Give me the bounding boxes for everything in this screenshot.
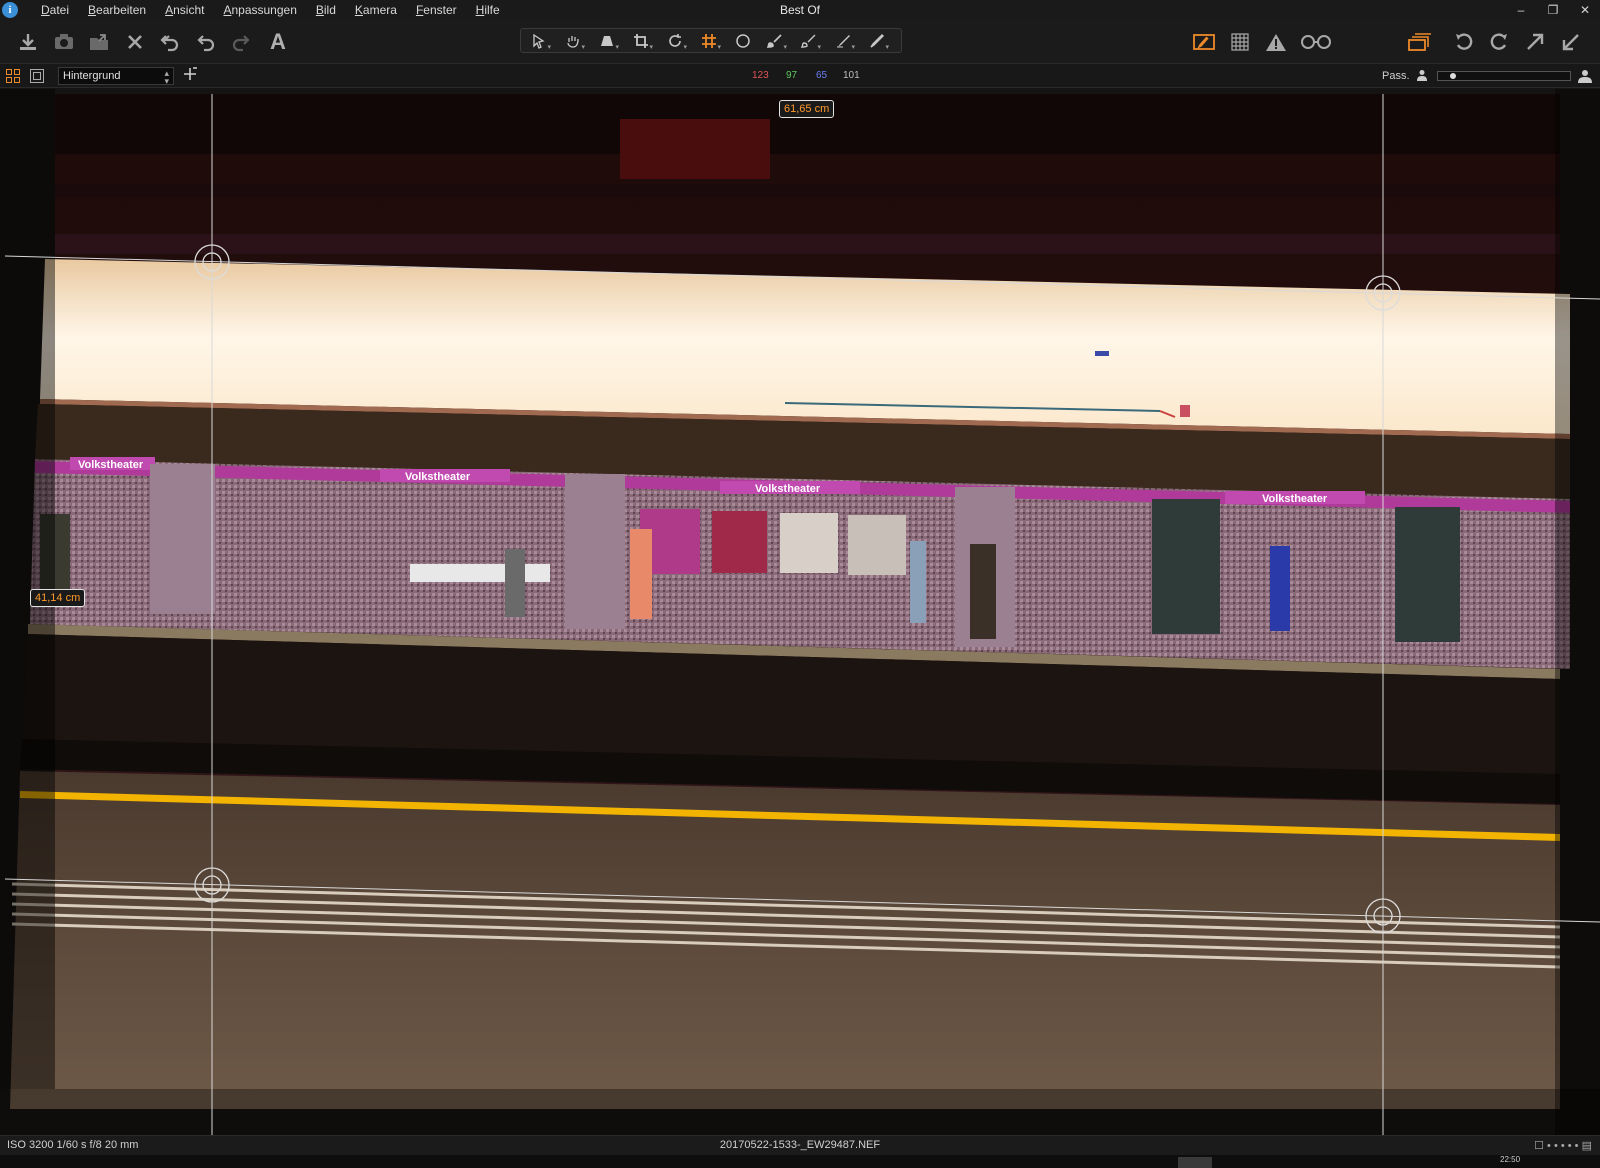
- taskbar-tab[interactable]: [1178, 1157, 1212, 1168]
- layers-icon[interactable]: [1405, 28, 1433, 56]
- warning-icon[interactable]: [1262, 28, 1290, 56]
- readout-luminance: 101: [843, 70, 860, 81]
- restore-button[interactable]: ❐: [1546, 3, 1560, 17]
- glasses-icon[interactable]: [1298, 28, 1334, 56]
- grid-view-icon[interactable]: [6, 69, 20, 83]
- edit-mask-icon[interactable]: [1190, 28, 1218, 56]
- horizontal-measure-label: 61,65 cm: [779, 100, 835, 118]
- layer-select[interactable]: Hintergrund ▴ ▾: [58, 67, 174, 86]
- menu-kamera[interactable]: Kamera: [346, 3, 407, 17]
- menu-bearbeiten[interactable]: Bearbeiten: [79, 3, 156, 17]
- app-logo-icon[interactable]: i: [2, 2, 18, 18]
- undo-icon[interactable]: [192, 28, 220, 56]
- cursor-tool-group: ▾ ▾ ▾ ▾ ▾ ▾ ▾ ▾ ▾ ▾: [520, 28, 902, 53]
- single-view-icon[interactable]: [30, 69, 44, 83]
- circle-icon[interactable]: [729, 31, 757, 51]
- menu-fenster[interactable]: Fenster: [407, 3, 467, 17]
- layer-select-value: Hintergrund: [63, 70, 121, 82]
- grid-icon[interactable]: ▾: [695, 31, 723, 51]
- vertical-measure-label: 41,14 cm: [30, 589, 86, 607]
- minimize-button[interactable]: –: [1514, 3, 1528, 17]
- zoom-slider[interactable]: [1437, 71, 1571, 81]
- expand-icon[interactable]: [1521, 28, 1549, 56]
- file-name: 20170522-1533-_EW29487.NEF: [719, 1139, 881, 1151]
- gradient-icon[interactable]: ▾: [829, 31, 857, 51]
- status-bar: ISO 3200 1/60 s f/8 20 mm 20170522-1533-…: [0, 1135, 1600, 1155]
- view-options-bar: Hintergrund ▴ ▾ 123 97 65 101 Pass.: [0, 64, 1600, 88]
- readout-red: 123: [752, 70, 769, 81]
- zoom-slider-thumb[interactable]: [1450, 73, 1457, 79]
- station-sign-4: Volkstheater: [1262, 493, 1328, 505]
- text-icon[interactable]: A: [264, 28, 292, 56]
- taskbar-strip: 22:50: [0, 1155, 1600, 1168]
- undo-all-icon[interactable]: [156, 28, 184, 56]
- rotate-icon[interactable]: ▾: [661, 31, 689, 51]
- crop-icon[interactable]: ▾: [627, 31, 655, 51]
- brush-icon[interactable]: ▾: [761, 31, 789, 51]
- select-caret-icon: ▴ ▾: [164, 68, 169, 86]
- erase-icon[interactable]: ▾: [795, 31, 823, 51]
- select-icon[interactable]: ▾: [525, 31, 553, 51]
- menu-anpassungen[interactable]: Anpassungen: [214, 3, 306, 17]
- title-bar: i Datei Bearbeiten Ansicht Anpassungen B…: [0, 0, 1600, 20]
- station-sign-1: Volkstheater: [78, 459, 144, 471]
- main-toolbar: A ▾ ▾ ▾ ▾ ▾ ▾ ▾ ▾ ▾ ▾: [0, 20, 1600, 64]
- keystone-icon[interactable]: ▾: [593, 31, 621, 51]
- person-large-icon: [1578, 69, 1592, 86]
- menu-datei[interactable]: Datei: [32, 3, 79, 17]
- window-controls: – ❐ ✕: [1514, 0, 1592, 20]
- status-view-icons[interactable]: ☐ • • • • • ▤: [1534, 1139, 1592, 1152]
- add-layer-icon[interactable]: [184, 67, 198, 85]
- station-sign-2: Volkstheater: [405, 471, 471, 483]
- grid-overlay-icon[interactable]: [1226, 28, 1254, 56]
- export-icon[interactable]: [85, 28, 113, 56]
- pen-icon[interactable]: ▾: [863, 31, 891, 51]
- menu-bar: Datei Bearbeiten Ansicht Anpassungen Bil…: [32, 3, 510, 17]
- photo-canvas[interactable]: Volkstheater Volkstheater Volkstheater V…: [0, 89, 1600, 1135]
- collapse-icon[interactable]: [1557, 28, 1585, 56]
- camera-icon[interactable]: [50, 28, 78, 56]
- readout-green: 97: [786, 70, 798, 81]
- rotate-right-icon[interactable]: [1485, 28, 1513, 56]
- close-button[interactable]: ✕: [1578, 3, 1592, 17]
- clock: 22:50: [1500, 1155, 1521, 1164]
- menu-ansicht[interactable]: Ansicht: [156, 3, 214, 17]
- pan-icon[interactable]: ▾: [559, 31, 587, 51]
- image-viewer[interactable]: Volkstheater Volkstheater Volkstheater V…: [0, 89, 1600, 1135]
- station-sign-3: Volkstheater: [755, 483, 821, 495]
- redo-icon[interactable]: [227, 28, 255, 56]
- menu-bild[interactable]: Bild: [307, 3, 346, 17]
- person-small-icon: [1416, 69, 1428, 84]
- rotate-left-icon[interactable]: [1450, 28, 1478, 56]
- menu-hilfe[interactable]: Hilfe: [467, 3, 510, 17]
- readout-blue: 65: [816, 70, 828, 81]
- import-icon[interactable]: [14, 28, 42, 56]
- pass-label: Pass.: [1382, 70, 1410, 82]
- delete-icon[interactable]: [121, 28, 149, 56]
